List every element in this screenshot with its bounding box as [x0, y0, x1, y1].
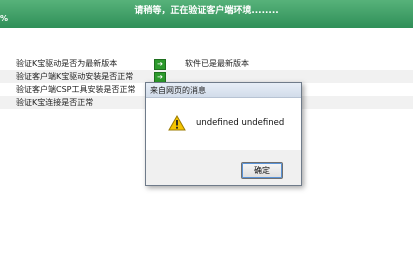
check-status: 软件已是最新版本: [185, 59, 249, 68]
check-label: 验证客户端K宝驱动安装是否正常: [16, 72, 134, 81]
ok-button[interactable]: 确定: [241, 162, 283, 179]
dialog-message: undefined undefined: [196, 118, 285, 128]
check-label: 验证K宝驱动是否为最新版本: [16, 59, 118, 68]
progress-title: 请稍等，正在验证客户端环境........: [134, 6, 279, 16]
arrow-right-icon: ➔: [154, 59, 166, 70]
warning-icon: [168, 115, 186, 131]
check-row: 验证K宝驱动是否为最新版本 ➔ 软件已是最新版本: [0, 57, 413, 70]
dialog-titlebar[interactable]: 来自网页的消息: [146, 83, 301, 98]
message-dialog: 来自网页的消息 undefined undefined 确定: [145, 82, 302, 186]
dialog-body: undefined undefined: [146, 98, 301, 150]
check-label: 验证K宝连接是否正常: [16, 98, 94, 107]
dialog-title: 来自网页的消息: [150, 86, 206, 95]
check-label: 验证客户端CSP工具安装是否正常: [16, 85, 136, 94]
progress-percent: %: [0, 14, 9, 23]
progress-header: 请稍等，正在验证客户端环境........ %: [0, 0, 413, 28]
